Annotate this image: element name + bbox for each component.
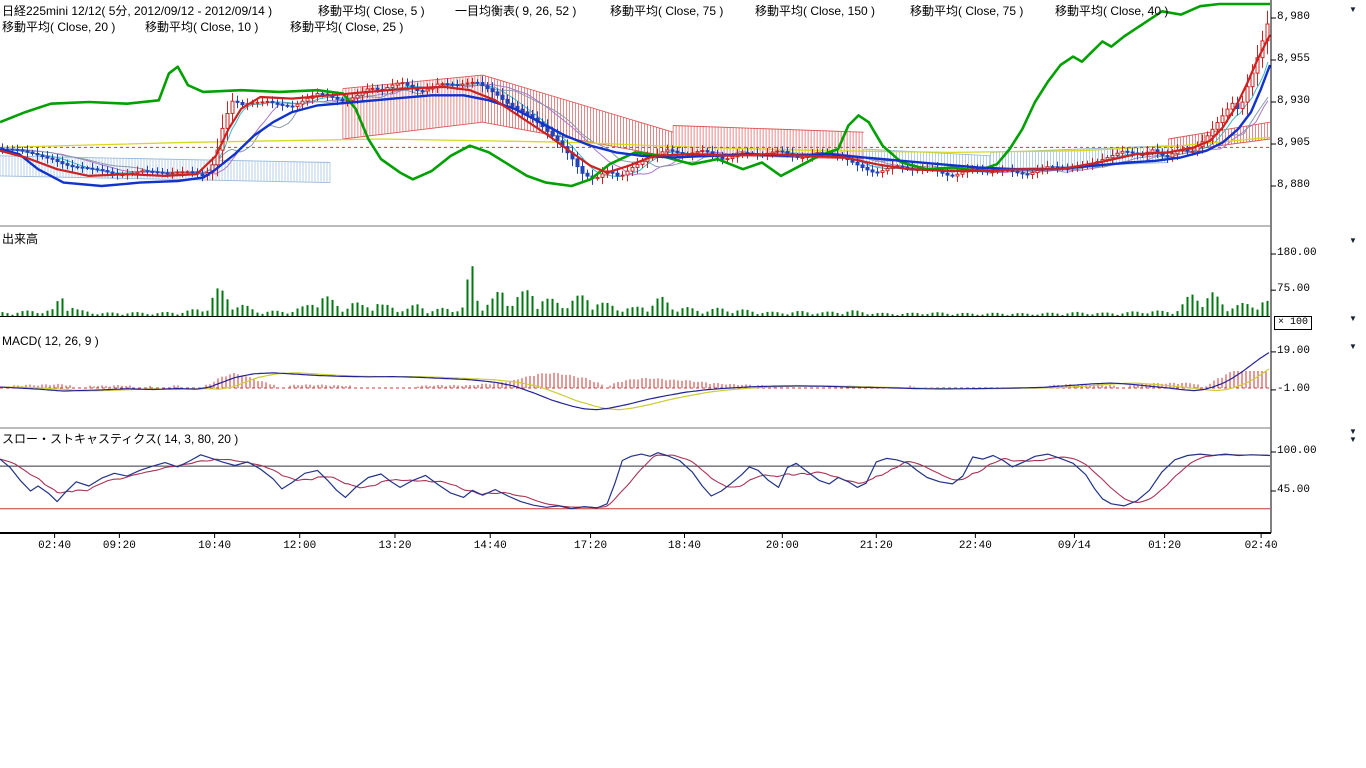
time-axis-label: 02:40 — [38, 540, 71, 552]
indicator-label: 一目均衡表( 9, 26, 52 ) — [455, 2, 576, 19]
pane-dropdown-icon[interactable]: ▼ — [1349, 343, 1357, 351]
trading-chart-app: 日経225mini 12/12( 5分, 2012/09/12 - 2012/0… — [0, 0, 1366, 768]
time-axis-label: 14:40 — [474, 540, 507, 552]
indicator-label: 移動平均( Close, 150 ) — [755, 2, 875, 19]
time-axis-label: 10:40 — [198, 540, 231, 552]
time-axis-label: 21:20 — [860, 540, 893, 552]
stochastics-pane-label: スロー・ストキャスティクス( 14, 3, 80, 20 ) — [2, 430, 238, 447]
volume-pane-label: 出来高 — [2, 230, 38, 247]
indicator-label: 日経225mini 12/12( 5分, 2012/09/12 - 2012/0… — [2, 2, 272, 19]
indicator-label: 移動平均( Close, 25 ) — [290, 18, 403, 35]
indicator-label: 移動平均( Close, 10 ) — [145, 18, 258, 35]
price-axis-tick: 8,980 — [1277, 11, 1310, 23]
price-axis-tick: 8,905 — [1277, 137, 1310, 149]
time-axis-label: 22:40 — [959, 540, 992, 552]
price-axis-tick: 8,930 — [1277, 95, 1310, 107]
pane-dropdown-icon[interactable]: ▼ — [1349, 315, 1357, 323]
pane-dropdown-icon[interactable]: ▼ — [1349, 6, 1357, 14]
macd-axis-tick: -1.00 — [1277, 383, 1310, 395]
time-axis-label: 18:40 — [668, 540, 701, 552]
price-axis-tick: 8,955 — [1277, 53, 1310, 65]
indicator-label: 移動平均( Close, 5 ) — [318, 2, 425, 19]
time-axis-label: 01:20 — [1148, 540, 1181, 552]
indicator-label: 移動平均( Close, 75 ) — [910, 2, 1023, 19]
time-axis-label: 12:00 — [283, 540, 316, 552]
time-axis-label: 13:20 — [378, 540, 411, 552]
volume-multiplier-badge: × 100 — [1274, 316, 1312, 330]
price-axis-tick: 8,880 — [1277, 179, 1310, 191]
time-axis-label: 09/14 — [1058, 540, 1091, 552]
volume-axis-tick: 180.00 — [1277, 247, 1317, 259]
chart-canvas[interactable] — [0, 0, 1366, 768]
indicator-label: 移動平均( Close, 40 ) — [1055, 2, 1168, 19]
macd-axis-tick: 19.00 — [1277, 345, 1310, 357]
indicator-label: 移動平均( Close, 20 ) — [2, 18, 115, 35]
time-axis-label: 20:00 — [766, 540, 799, 552]
pane-dropdown-icon[interactable]: ▼ — [1349, 237, 1357, 245]
time-axis-label: 02:40 — [1245, 540, 1278, 552]
macd-pane-label: MACD( 12, 26, 9 ) — [2, 334, 99, 348]
stoch-axis-tick: 45.00 — [1277, 484, 1310, 496]
pane-dropdown-icon[interactable]: ▼ — [1349, 436, 1357, 444]
indicator-label: 移動平均( Close, 75 ) — [610, 2, 723, 19]
time-axis-label: 09:20 — [103, 540, 136, 552]
volume-axis-tick: 75.00 — [1277, 283, 1310, 295]
stoch-axis-tick: 100.00 — [1277, 445, 1317, 457]
time-axis-label: 17:20 — [574, 540, 607, 552]
